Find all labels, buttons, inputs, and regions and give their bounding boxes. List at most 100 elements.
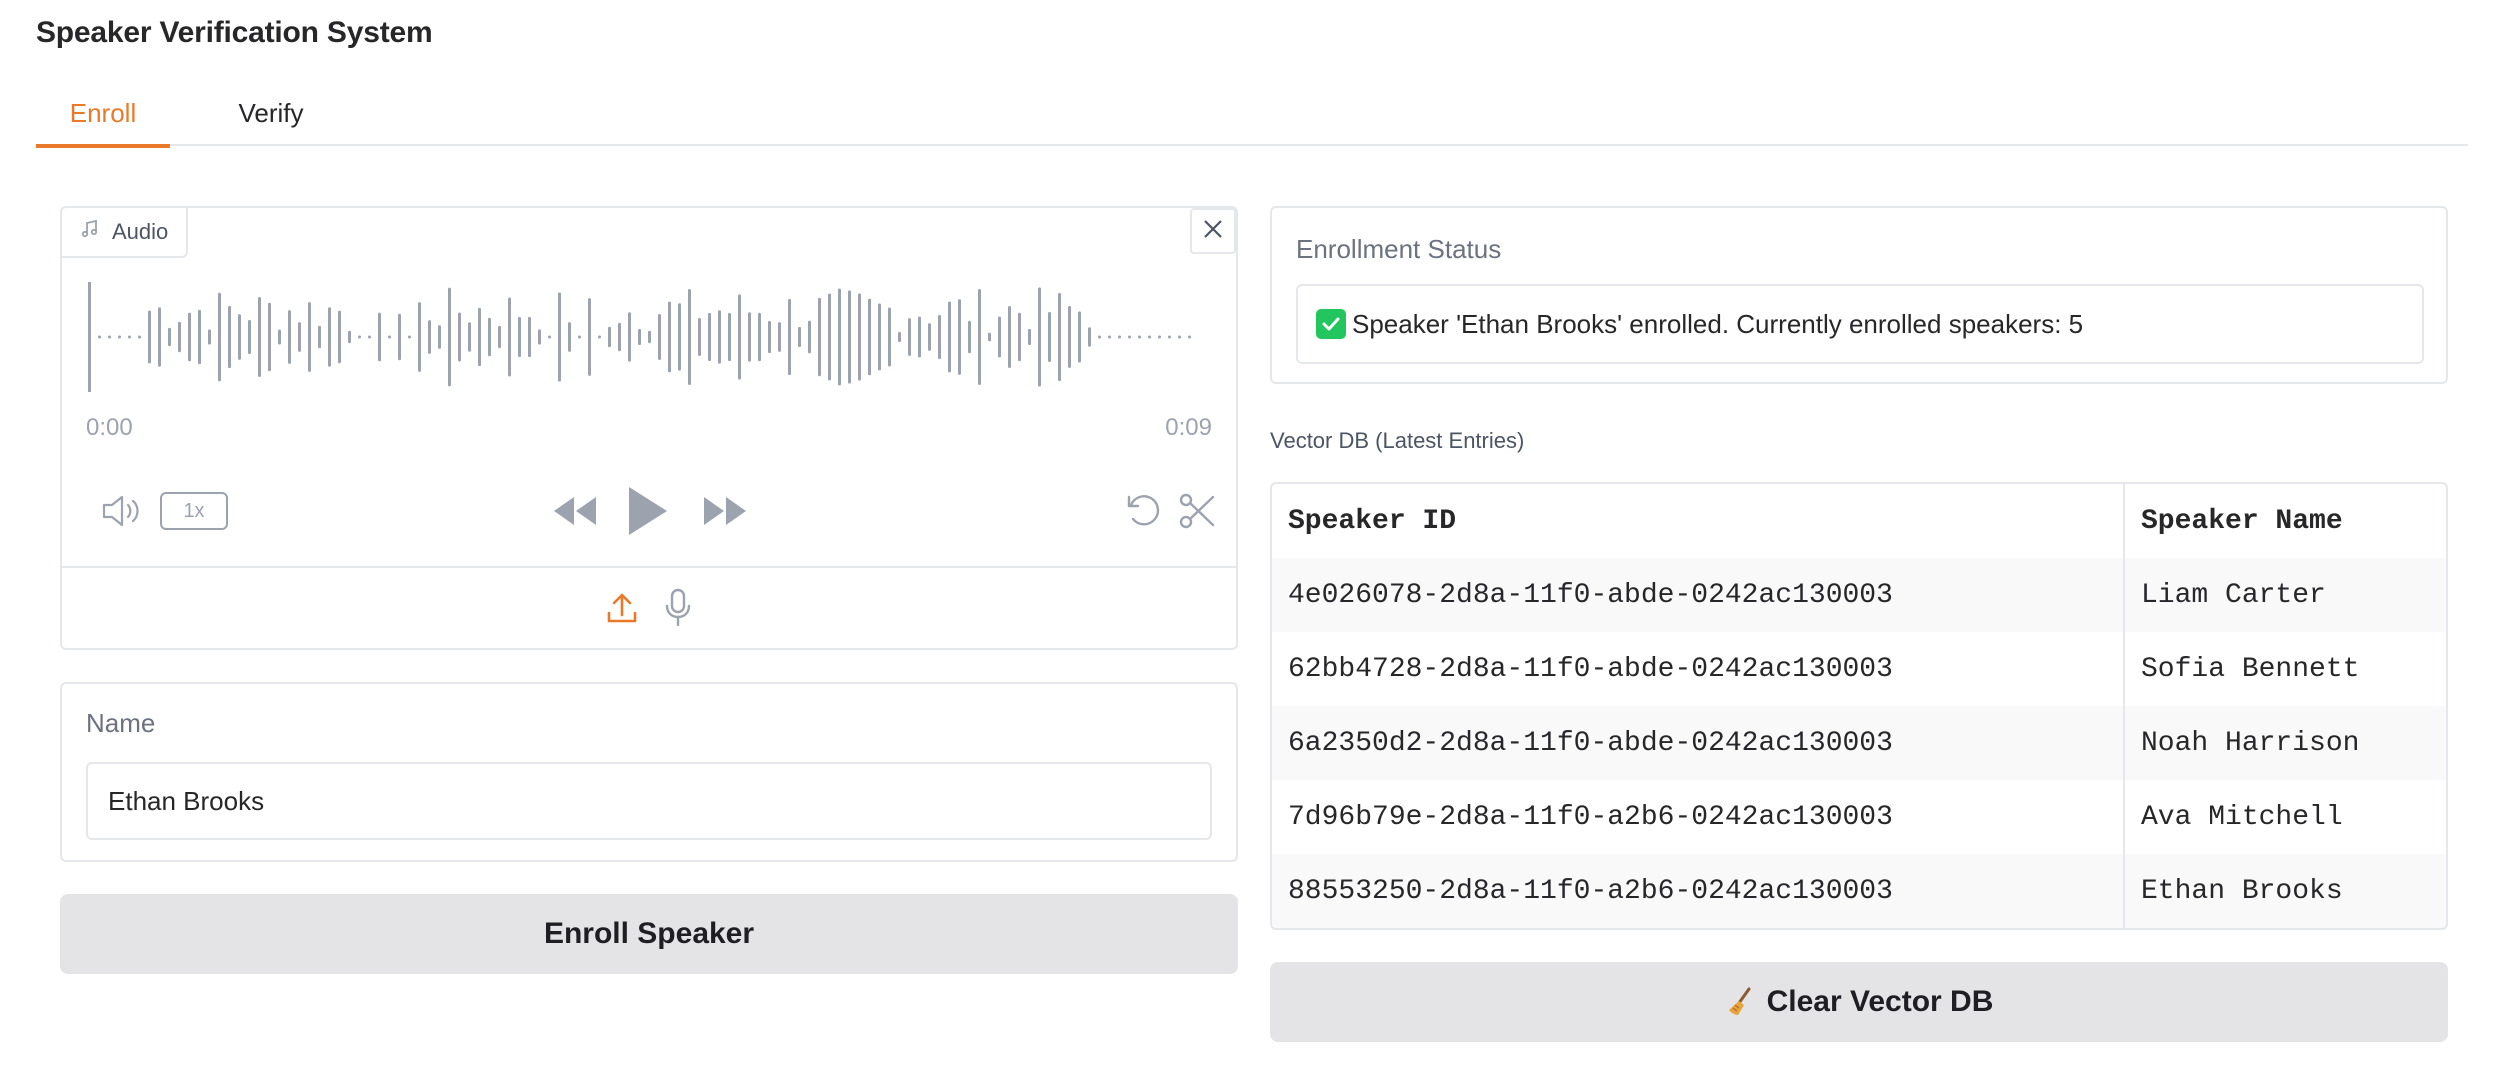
- clear-vector-db-button[interactable]: Clear Vector DB: [1270, 962, 2448, 1042]
- waveform-bar: [668, 301, 671, 373]
- tab-verify[interactable]: Verify: [196, 92, 346, 146]
- waveform-bar: [1118, 335, 1121, 339]
- speaker-id-cell[interactable]: 4e026078-2d8a-11f0-abde-0242ac130003: [1272, 558, 2125, 632]
- waveform-bar: [138, 335, 141, 339]
- waveform-bar: [648, 330, 651, 344]
- time-current: 0:00: [86, 414, 133, 441]
- rewind-icon[interactable]: [548, 490, 600, 532]
- playback-controls: 1x: [62, 470, 1236, 550]
- speaker-name-cell[interactable]: Ava Mitchell: [2124, 780, 2446, 854]
- waveform-bar: [778, 322, 781, 352]
- waveform-bar: [1088, 327, 1091, 347]
- waveform-bar: [428, 320, 431, 354]
- fast-forward-icon[interactable]: [700, 490, 752, 532]
- status-message: Speaker 'Ethan Brooks' enrolled. Current…: [1352, 308, 2084, 339]
- speaker-id-cell[interactable]: 6a2350d2-2d8a-11f0-abde-0242ac130003: [1272, 706, 2125, 780]
- play-icon[interactable]: [622, 482, 672, 540]
- close-audio-button[interactable]: [1190, 208, 1236, 254]
- tab-enroll[interactable]: Enroll: [36, 92, 170, 148]
- waveform-bar: [368, 335, 371, 339]
- waveform[interactable]: [88, 282, 1198, 392]
- waveform-bar: [638, 328, 641, 346]
- waveform-bar: [128, 335, 131, 339]
- waveform-bar: [358, 335, 361, 339]
- waveform-bar: [208, 329, 211, 345]
- waveform-bar: [1188, 335, 1191, 339]
- audio-label-badge: Audio: [60, 206, 189, 258]
- waveform-bar: [808, 320, 811, 354]
- waveform-bar: [1148, 335, 1151, 339]
- waveform-bar: [418, 302, 421, 372]
- waveform-bar: [998, 316, 1001, 358]
- column-header-speaker-name[interactable]: Speaker Name: [2124, 484, 2446, 558]
- speaker-name-cell[interactable]: Noah Harrison: [2124, 706, 2446, 780]
- waveform-bar: [1168, 335, 1171, 339]
- waveform-bar: [148, 310, 151, 364]
- waveform-bar: [1018, 312, 1021, 362]
- speaker-name-cell[interactable]: Ethan Brooks: [2124, 854, 2446, 928]
- volume-icon[interactable]: [98, 488, 146, 534]
- waveform-bar: [818, 297, 821, 377]
- waveform-bar: [928, 323, 931, 351]
- name-input[interactable]: [86, 762, 1212, 840]
- playhead-cursor[interactable]: [88, 282, 91, 392]
- speaker-name-cell[interactable]: Sofia Bennett: [2124, 632, 2446, 706]
- waveform-bar: [888, 307, 891, 367]
- waveform-bar: [1158, 335, 1161, 339]
- waveform-bar: [338, 310, 341, 364]
- waveform-bar: [488, 317, 491, 357]
- enrollment-status-panel: Enrollment Status Speaker 'Ethan Brooks'…: [1270, 206, 2448, 384]
- time-duration: 0:09: [1165, 414, 1212, 441]
- waveform-bar: [728, 312, 731, 362]
- waveform-bar: [898, 331, 901, 343]
- waveform-bar: [628, 312, 631, 362]
- microphone-icon[interactable]: [658, 586, 698, 630]
- waveform-bar: [188, 312, 191, 362]
- speaker-id-cell[interactable]: 88553250-2d8a-11f0-a2b6-0242ac130003: [1272, 854, 2125, 928]
- waveform-bar: [398, 313, 401, 361]
- speaker-name-cell[interactable]: Liam Carter: [2124, 558, 2446, 632]
- waveform-bar: [218, 292, 221, 382]
- waveform-bar: [288, 310, 291, 364]
- undo-icon[interactable]: [1120, 488, 1166, 534]
- upload-icon[interactable]: [602, 588, 642, 628]
- speaker-id-cell[interactable]: 7d96b79e-2d8a-11f0-a2b6-0242ac130003: [1272, 780, 2125, 854]
- waveform-bar: [1128, 335, 1131, 339]
- waveform-bar: [388, 335, 391, 339]
- waveform-bar: [858, 293, 861, 381]
- scissors-icon[interactable]: [1174, 488, 1220, 534]
- speaker-id-cell[interactable]: 62bb4728-2d8a-11f0-abde-0242ac130003: [1272, 632, 2125, 706]
- waveform-bar: [918, 316, 921, 358]
- waveform-bar: [298, 322, 301, 352]
- page-title: Speaker Verification System: [36, 16, 433, 49]
- waveform-bar: [198, 309, 201, 365]
- table-row: 88553250-2d8a-11f0-a2b6-0242ac130003 Eth…: [1272, 854, 2446, 928]
- waveform-bar: [568, 322, 571, 352]
- music-note-icon: [80, 219, 100, 245]
- waveform-bar: [438, 325, 441, 349]
- waveform-bar: [1008, 306, 1011, 368]
- column-header-speaker-id[interactable]: Speaker ID: [1272, 484, 2125, 558]
- table-row: 62bb4728-2d8a-11f0-abde-0242ac130003 Sof…: [1272, 632, 2446, 706]
- waveform-bar: [548, 335, 551, 339]
- waveform-bar: [458, 312, 461, 362]
- waveform-bar: [798, 326, 801, 348]
- waveform-bar: [268, 302, 271, 372]
- waveform-bar: [1038, 287, 1041, 387]
- waveform-bar: [938, 314, 941, 360]
- enroll-speaker-button[interactable]: Enroll Speaker: [60, 894, 1238, 974]
- waveform-bar: [718, 310, 721, 364]
- waveform-bar: [528, 316, 531, 358]
- waveform-bar: [238, 314, 241, 360]
- broom-icon: [1725, 986, 1757, 1018]
- waveform-bar: [168, 327, 171, 347]
- waveform-bar: [348, 330, 351, 344]
- waveform-bar: [748, 312, 751, 362]
- playback-speed-button[interactable]: 1x: [160, 492, 228, 530]
- clear-vector-db-label: Clear Vector DB: [1766, 985, 1994, 1018]
- waveform-bar: [478, 307, 481, 367]
- waveform-bar: [118, 335, 121, 339]
- waveform-bar: [988, 332, 991, 342]
- waveform-bar: [618, 322, 621, 352]
- waveform-bar: [248, 319, 251, 355]
